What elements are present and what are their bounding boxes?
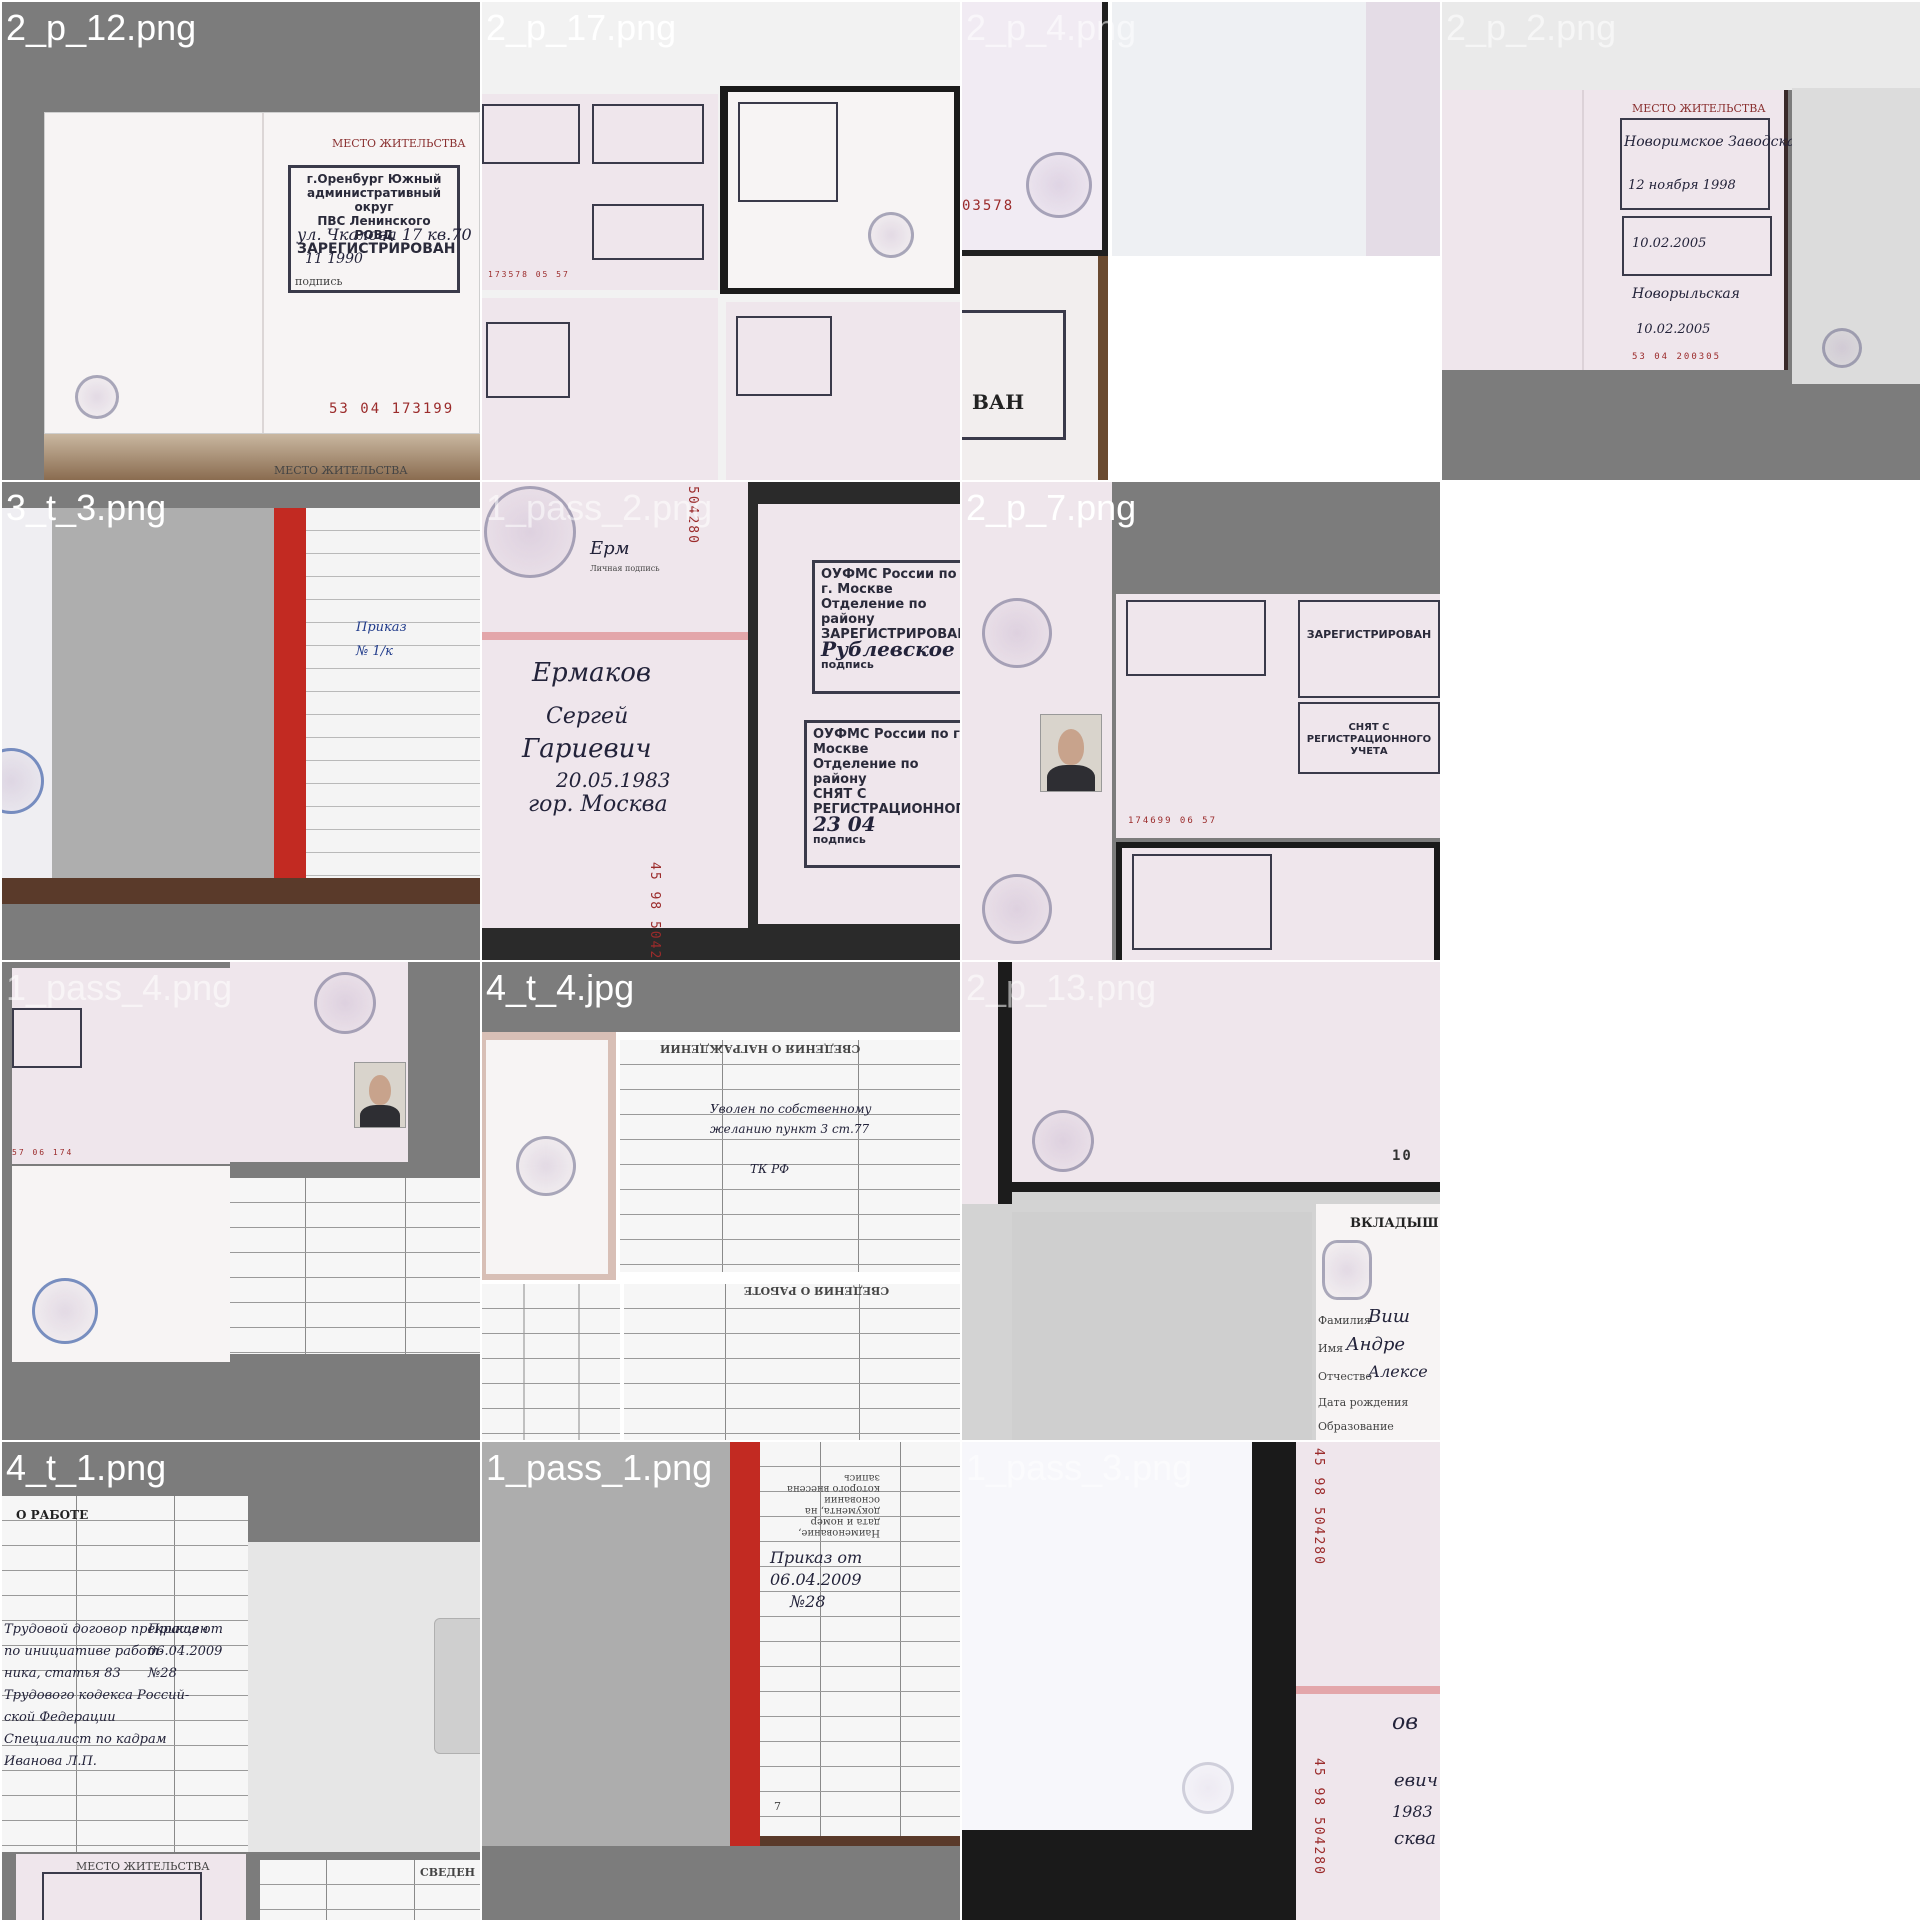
thumbnail-label: 1_pass_3.png [966, 1447, 1193, 1488]
work-book-page: Приказ № 1/к [306, 508, 480, 878]
passport-registration-spread: ЗАРЕГИСТРИРОВАН СНЯТ С РЕГИСТРАЦИОННОГО … [1116, 594, 1440, 838]
passport-spread: МЕСТО ЖИТЕЛЬСТВА г.Оренбург Южный админи… [44, 112, 480, 434]
left-page-sliver [2, 508, 52, 878]
deregistration-stamp: ОУФМС России по г. Москве Отделение по р… [804, 720, 960, 868]
signature-label: подпись [295, 275, 343, 288]
thumbnail-label: 4_t_4.jpg [486, 967, 635, 1008]
first-name: Сергей [546, 704, 629, 729]
red-spine [274, 508, 306, 878]
owner-photo [1040, 714, 1102, 792]
owner-signature: Ерм [590, 538, 630, 559]
next-scan-edge [1792, 88, 1920, 384]
passport-blank-page [962, 1442, 1252, 1830]
passport-page-residence [482, 298, 718, 480]
thumbnail-label: 2_p_7.png [966, 487, 1137, 528]
photo-background: Наименование, дата и номер документа, на… [482, 1442, 960, 1846]
passport-serial: 53 04 173199 [329, 401, 455, 417]
passport-cover [720, 86, 960, 294]
thumbnail-label: 1_pass_2.png [486, 487, 713, 528]
passport-page-right [1366, 2, 1440, 256]
passport-data-page [230, 962, 408, 1162]
insert-cover-page [12, 1166, 230, 1362]
place-of-birth: гор. Москва [528, 792, 668, 817]
passport-page-middle [1112, 2, 1366, 256]
work-record-page: СВЕДЕНИЯ О РАБОТЕ [624, 1284, 960, 1440]
blank-grey-page [1012, 1212, 1312, 1440]
registration-stamp: ЗАРЕГИСТРИРОВАН [1298, 600, 1440, 698]
scan-background: СВЕДЕНИЯ О НАГРАЖДЕНИИ Уволен по собстве… [482, 1032, 960, 1440]
thumbnail-2-p-7[interactable]: ЗАРЕГИСТРИРОВАН СНЯТ С РЕГИСТРАЦИОННОГО … [962, 482, 1440, 960]
work-book-cover [482, 1032, 616, 1280]
passport-next-page: МЕСТО ЖИТЕЛЬСТВА [44, 434, 480, 480]
emblem-seal [75, 375, 119, 419]
thumbnail-2-p-4[interactable]: 03578 ВАН 2_p_4.png [962, 2, 1440, 480]
thumbnail-label: 1_pass_4.png [6, 967, 233, 1008]
blank-cover [52, 508, 282, 878]
passport-spread: МЕСТО ЖИТЕЛЬСТВА Новоримское Заводская 1… [1442, 90, 1805, 370]
registration-stamp: ОУФМС России по г. Москве Отделение по р… [812, 560, 960, 694]
thumbnail-2-p-17[interactable]: 173578 05 57 2_p_17.png [482, 2, 960, 480]
envelope-page [248, 1542, 480, 1852]
empty-cell [1442, 482, 1920, 960]
passport-page-stamp: ВАН [962, 256, 1108, 480]
work-record-fragment: СВЕДЕН [260, 1860, 480, 1920]
page-header: МЕСТО ЖИТЕЛЬСТВА [332, 137, 466, 150]
date-handwriting: 11 1990 [305, 251, 363, 267]
image-grid: МЕСТО ЖИТЕЛЬСТВА г.Оренбург Южный админи… [0, 0, 1920, 1920]
thumbnail-label: 3_t_3.png [6, 487, 167, 528]
thumbnail-label: 2_p_17.png [486, 7, 677, 48]
thumbnail-2-p-2[interactable]: МЕСТО ЖИТЕЛЬСТВА Новоримское Заводская 1… [1442, 2, 1920, 480]
thumbnail-label: 2_p_2.png [1446, 7, 1617, 48]
thumbnail-label: 2_p_4.png [966, 7, 1137, 48]
empty-cell [1442, 962, 1920, 1440]
page-number: 10 [1392, 1148, 1413, 1164]
insert-page: ВКЛАДЫШ В Фамилия Виш Имя Андре Отчество… [1316, 1204, 1440, 1440]
passport-page-residence-2 [726, 302, 960, 480]
photo-background: Приказ № 1/к [2, 508, 480, 904]
thumbnail-4-t-4[interactable]: СВЕДЕНИЯ О НАГРАЖДЕНИИ Уволен по собстве… [482, 962, 960, 1440]
street-handwriting: ул. Чкалова 17 кв.70 [297, 225, 472, 244]
thumbnail-label: 4_t_1.png [6, 1447, 167, 1488]
passport-registration-page: ОУФМС России по г. Москве Отделение по р… [758, 504, 960, 924]
work-book-page-fragment [482, 1284, 620, 1440]
thumbnail-3-t-3[interactable]: Приказ № 1/к 3_t_3.png [2, 482, 480, 960]
blank-cover [482, 1442, 734, 1846]
thumbnail-2-p-12[interactable]: МЕСТО ЖИТЕЛЬСТВА г.Оренбург Южный админи… [2, 2, 480, 480]
owner-photo [354, 1062, 406, 1128]
thumbnail-1-pass-3[interactable]: 45 98 504280 45 98 504280 ов евич 1983 с… [962, 1442, 1440, 1920]
thumbnail-2-p-13[interactable]: 10 ВКЛАДЫШ В Фамилия Виш Имя Андре Отчес… [962, 962, 1440, 1440]
passport-left-strip [962, 482, 1112, 960]
thumbnail-4-t-1[interactable]: О РАБОТЕ Трудовой договор прекращен по и… [2, 1442, 480, 1920]
passport-serial: 45 98 504280 [647, 862, 662, 960]
date-of-birth: 20.05.1983 [556, 768, 671, 792]
passport-data-page: 45 98 504280 45 98 504280 ов евич 1983 с… [1296, 1442, 1440, 1920]
thumbnail-1-pass-1[interactable]: Наименование, дата и номер документа, на… [482, 1442, 960, 1920]
residence-page-fragment: МЕСТО ЖИТЕЛЬСТВА [16, 1854, 246, 1920]
passport-cover [1116, 842, 1440, 960]
thumbnail-label: 1_pass_1.png [486, 1447, 713, 1488]
work-record-page: Наименование, дата и номер документа, на… [760, 1442, 960, 1836]
awards-page: СВЕДЕНИЯ О НАГРАЖДЕНИИ Уволен по собстве… [620, 1040, 960, 1272]
thumbnail-label: 2_p_12.png [6, 7, 197, 48]
work-record-page: О РАБОТЕ Трудовой договор прекращен по и… [2, 1496, 248, 1852]
patronymic: Гариевич [522, 734, 652, 764]
red-spine [730, 1442, 760, 1846]
empty-cell [1442, 1442, 1920, 1920]
surname: Ермаков [532, 658, 651, 688]
work-book-spread [230, 1178, 480, 1354]
thumbnail-1-pass-2[interactable]: Ерм Личная подпись Ермаков Сергей Гариев… [482, 482, 960, 960]
thumbnail-1-pass-4[interactable]: 57 06 174 1_pass_4.png [2, 962, 480, 1440]
passport-data-page: Ерм Личная подпись Ермаков Сергей Гариев… [482, 482, 748, 960]
deregistration-stamp: СНЯТ С РЕГИСТРАЦИОННОГО УЧЕТА [1298, 702, 1440, 774]
thumbnail-label: 2_p_13.png [966, 967, 1157, 1008]
passport-page-stamps: 173578 05 57 [482, 94, 718, 290]
